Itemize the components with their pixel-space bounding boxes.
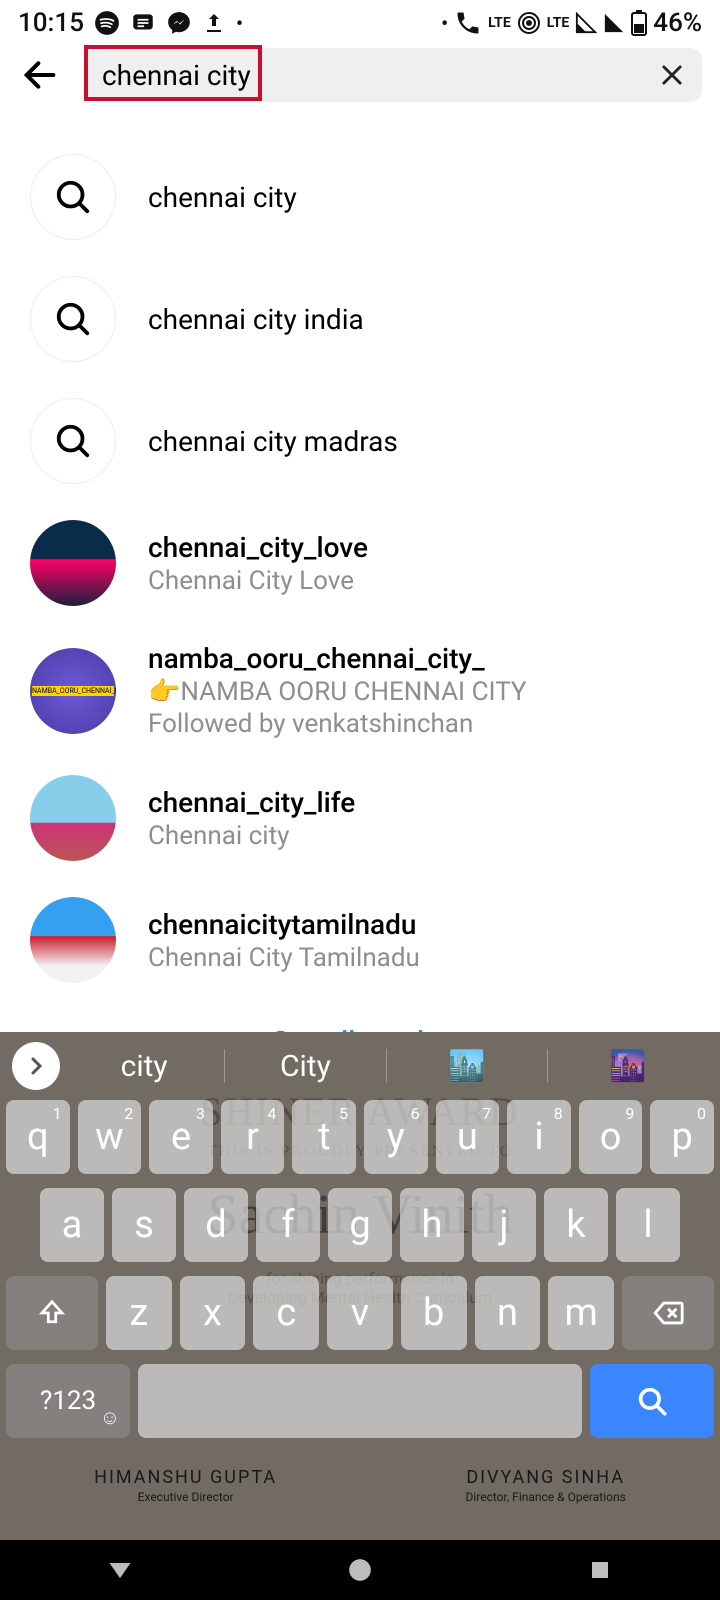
key-o[interactable]: o9 bbox=[579, 1100, 643, 1174]
backspace-key[interactable] bbox=[622, 1276, 714, 1350]
keyboard-suggestions: city City 🏙️ 🌆 bbox=[0, 1032, 720, 1100]
account-display: Chennai City Tamilnadu bbox=[148, 943, 420, 973]
search-icon bbox=[30, 154, 116, 240]
suggestion-item[interactable]: chennai city india bbox=[0, 258, 720, 380]
account-display: Chennai City Love bbox=[148, 566, 368, 596]
battery-percent: 46% bbox=[653, 8, 702, 38]
key-c[interactable]: c bbox=[253, 1276, 319, 1350]
key-m[interactable]: m bbox=[548, 1276, 614, 1350]
key-t[interactable]: t5 bbox=[292, 1100, 356, 1174]
key-p[interactable]: p0 bbox=[650, 1100, 714, 1174]
suggestion-word[interactable]: City bbox=[225, 1049, 385, 1084]
account-result[interactable]: chennai_city_life Chennai city bbox=[0, 757, 720, 879]
account-result[interactable]: chennaicitytamilnadu Chennai City Tamiln… bbox=[0, 879, 720, 1001]
key-n[interactable]: n bbox=[475, 1276, 541, 1350]
key-u[interactable]: u7 bbox=[436, 1100, 500, 1174]
key-y[interactable]: y6 bbox=[364, 1100, 428, 1174]
key-e[interactable]: e3 bbox=[149, 1100, 213, 1174]
suggestion-emoji[interactable]: 🏙️ bbox=[387, 1049, 547, 1084]
suggestion-label: chennai city india bbox=[148, 303, 364, 336]
expand-suggestions-button[interactable] bbox=[12, 1042, 60, 1090]
more-dot-icon: • bbox=[441, 11, 448, 35]
suggestion-word[interactable]: city bbox=[64, 1049, 224, 1084]
battery-icon bbox=[631, 10, 647, 36]
nav-home[interactable] bbox=[340, 1550, 380, 1590]
key-l[interactable]: l bbox=[616, 1188, 680, 1262]
key-s[interactable]: s bbox=[112, 1188, 176, 1262]
account-username: namba_ooru_chennai_city_ bbox=[148, 642, 527, 675]
lte-label: LTE bbox=[488, 15, 511, 31]
account-username: chennai_city_love bbox=[148, 531, 368, 564]
spotify-icon bbox=[94, 10, 120, 36]
key-w[interactable]: w2 bbox=[78, 1100, 142, 1174]
key-row: a s d f g h j k l bbox=[6, 1188, 714, 1262]
key-v[interactable]: v bbox=[327, 1276, 393, 1350]
avatar bbox=[30, 648, 116, 734]
search-results: chennai city chennai city india chennai … bbox=[0, 108, 720, 1082]
key-i[interactable]: i8 bbox=[507, 1100, 571, 1174]
shift-key[interactable] bbox=[6, 1276, 98, 1350]
navigation-bar bbox=[0, 1540, 720, 1600]
search-input[interactable] bbox=[84, 48, 702, 102]
volte-call-icon bbox=[454, 9, 482, 37]
key-k[interactable]: k bbox=[544, 1188, 608, 1262]
status-time: 10:15 bbox=[18, 8, 84, 38]
keyboard: SHINER AWARD THIS IS PROUDLY PRESENTED T… bbox=[0, 1032, 720, 1540]
suggestion-item[interactable]: chennai city madras bbox=[0, 380, 720, 502]
search-header bbox=[0, 42, 720, 108]
key-g[interactable]: g bbox=[328, 1188, 392, 1262]
signal-icon bbox=[603, 12, 625, 34]
account-display: 👉NAMBA OORU CHENNAI CITY bbox=[148, 677, 527, 707]
avatar bbox=[30, 520, 116, 606]
signal-icon bbox=[575, 12, 597, 34]
key-z[interactable]: z bbox=[106, 1276, 172, 1350]
hotspot-icon bbox=[517, 11, 541, 35]
avatar bbox=[30, 897, 116, 983]
account-result[interactable]: namba_ooru_chennai_city_ 👉NAMBA OORU CHE… bbox=[0, 624, 720, 757]
back-button[interactable] bbox=[18, 53, 62, 97]
messages-icon bbox=[130, 10, 156, 36]
more-dot-icon: • bbox=[236, 11, 243, 35]
account-meta: Followed by venkatshinchan bbox=[148, 709, 527, 739]
key-j[interactable]: j bbox=[472, 1188, 536, 1262]
emoji-icon: ☺ bbox=[100, 1405, 120, 1430]
key-row: q1 w2 e3 r4 t5 y6 u7 i8 o9 p0 bbox=[6, 1100, 714, 1174]
clear-search-button[interactable] bbox=[654, 57, 690, 93]
key-a[interactable]: a bbox=[40, 1188, 104, 1262]
space-key[interactable] bbox=[138, 1364, 582, 1438]
suggestion-item[interactable]: chennai city bbox=[0, 136, 720, 258]
key-r[interactable]: r4 bbox=[221, 1100, 285, 1174]
key-f[interactable]: f bbox=[256, 1188, 320, 1262]
suggestion-label: chennai city madras bbox=[148, 425, 398, 458]
search-icon bbox=[30, 276, 116, 362]
symbols-key[interactable]: ?123 ☺ bbox=[6, 1364, 130, 1438]
nav-recent[interactable] bbox=[580, 1550, 620, 1590]
suggestion-label: chennai city bbox=[148, 181, 297, 214]
nav-back[interactable] bbox=[100, 1550, 140, 1590]
key-row: z x c v b n m bbox=[6, 1276, 714, 1350]
avatar bbox=[30, 775, 116, 861]
key-q[interactable]: q1 bbox=[6, 1100, 70, 1174]
search-action-key[interactable] bbox=[590, 1364, 714, 1438]
status-bar: 10:15 • • LTE LTE 46% bbox=[0, 0, 720, 42]
search-icon bbox=[30, 398, 116, 484]
key-h[interactable]: h bbox=[400, 1188, 464, 1262]
key-x[interactable]: x bbox=[180, 1276, 246, 1350]
key-b[interactable]: b bbox=[401, 1276, 467, 1350]
messenger-icon bbox=[166, 10, 192, 36]
upload-icon bbox=[202, 11, 226, 35]
key-d[interactable]: d bbox=[184, 1188, 248, 1262]
suggestion-emoji[interactable]: 🌆 bbox=[548, 1049, 708, 1084]
lte-label: LTE bbox=[547, 15, 570, 31]
account-username: chennaicitytamilnadu bbox=[148, 908, 420, 941]
account-display: Chennai city bbox=[148, 821, 355, 851]
account-result[interactable]: chennai_city_love Chennai City Love bbox=[0, 502, 720, 624]
account-username: chennai_city_life bbox=[148, 786, 355, 819]
key-row: ?123 ☺ bbox=[6, 1364, 714, 1438]
